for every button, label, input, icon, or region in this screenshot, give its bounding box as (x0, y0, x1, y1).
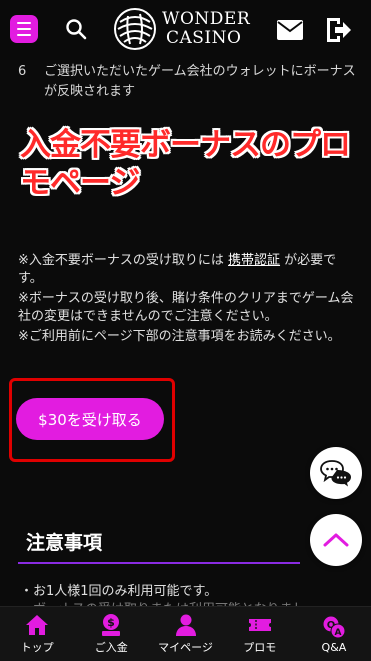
nav-label: ご入金 (94, 641, 128, 654)
qa-icon: Q A (323, 616, 346, 638)
menu-button[interactable] (10, 15, 38, 43)
nav-label: プロモ (243, 641, 277, 654)
home-icon (26, 615, 49, 635)
logo[interactable]: WONDER CASINO (112, 6, 262, 54)
logo-text-top: WONDER (162, 9, 251, 29)
claim-bonus-button[interactable]: $30を受け取る (16, 398, 164, 440)
svg-text:A: A (334, 628, 341, 638)
nav-item-deposit[interactable]: $ ご入金 (74, 607, 148, 661)
notes-block: ※入金不要ボーナスの受け取りには 携帯認証 が必要です。 ※ボーナスの受け取り後… (18, 252, 358, 348)
notice-bullet-1: ・お1人様1回のみ利用可能です。 (20, 584, 218, 599)
section-title: 注意事項 (26, 532, 103, 554)
note-read-terms: ※ご利用前にページ下部の注意事項をお読みください。 (18, 329, 341, 344)
chat-icon (320, 460, 351, 487)
step-text: ご選択いただいたゲーム会社のウォレットにボーナスが反映されます (44, 64, 356, 99)
step-number: 6 (18, 64, 27, 79)
user-icon (175, 614, 196, 636)
deposit-icon: $ (102, 614, 121, 636)
logo-text-bottom: CASINO (166, 28, 242, 48)
nav-label: トップ (20, 641, 54, 654)
logout-icon[interactable] (324, 16, 352, 44)
svg-text:$: $ (107, 616, 115, 629)
chevron-up-icon (323, 533, 349, 547)
promo-page-title: 入金不要ボーナスのプロモページ (20, 127, 351, 201)
nav-label: マイページ (158, 641, 213, 654)
logo-emblem-icon (114, 8, 156, 50)
section-divider (18, 562, 300, 564)
nav-item-qa[interactable]: Q A Q&A (297, 607, 371, 661)
ticket-icon (248, 619, 271, 631)
mail-icon[interactable] (276, 19, 304, 41)
nav-item-mypage[interactable]: マイページ (148, 607, 222, 661)
header: WONDER CASINO (0, 0, 371, 60)
sms-verification-link[interactable]: 携帯認証 (228, 253, 280, 268)
nav-label: Q&A (321, 640, 347, 654)
note-sms-verification: ※入金不要ボーナスの受け取りには 携帯認証 が必要です。 (18, 253, 337, 286)
chat-button[interactable] (310, 447, 362, 499)
nav-item-top[interactable]: トップ (0, 607, 74, 661)
scroll-to-top-button[interactable] (310, 514, 362, 566)
note-provider-change: ※ボーナスの受け取り後、賭け条件のクリアまでゲーム会社の変更はできませんのでご注… (18, 291, 354, 324)
nav-item-promo[interactable]: プロモ (223, 607, 297, 661)
bottom-nav: トップ $ ご入金 マイページ プロモ Q A Q&A (0, 606, 371, 661)
search-icon[interactable] (64, 17, 88, 41)
